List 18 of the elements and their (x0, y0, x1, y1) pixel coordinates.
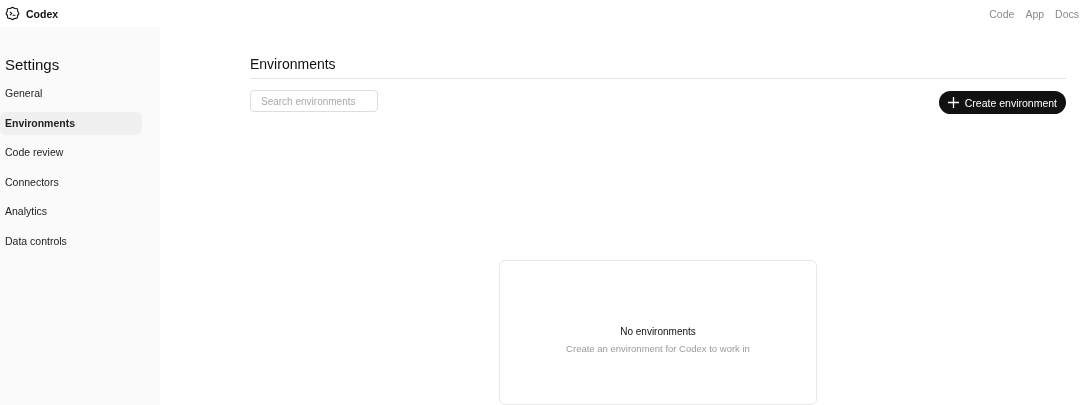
sidebar-item[interactable]: General (0, 82, 142, 106)
nav-link[interactable]: App (1025, 8, 1045, 20)
empty-state-title: No environments (620, 326, 696, 337)
sidebar-item[interactable]: Analytics (0, 200, 142, 224)
sidebar-item[interactable]: Environments (0, 111, 142, 135)
brand-name: Codex (26, 7, 59, 20)
empty-state-message: Create an environment for Codex to work in (566, 343, 750, 354)
plus-icon (947, 97, 959, 108)
sidebar-item[interactable]: Data controls (0, 229, 142, 253)
nav-link[interactable]: Code (989, 8, 1015, 20)
sidebar-item[interactable]: Code review (0, 141, 142, 165)
create-environment-button[interactable]: Create environment (938, 91, 1066, 114)
logo-icon (5, 6, 20, 21)
search-field[interactable]: Search environments (250, 90, 378, 112)
sidebar-title: Settings (4, 56, 61, 73)
nav-link[interactable]: Docs (1055, 8, 1079, 20)
page-title: Environments (250, 56, 1066, 79)
sidebar-item[interactable]: Connectors (0, 170, 142, 194)
